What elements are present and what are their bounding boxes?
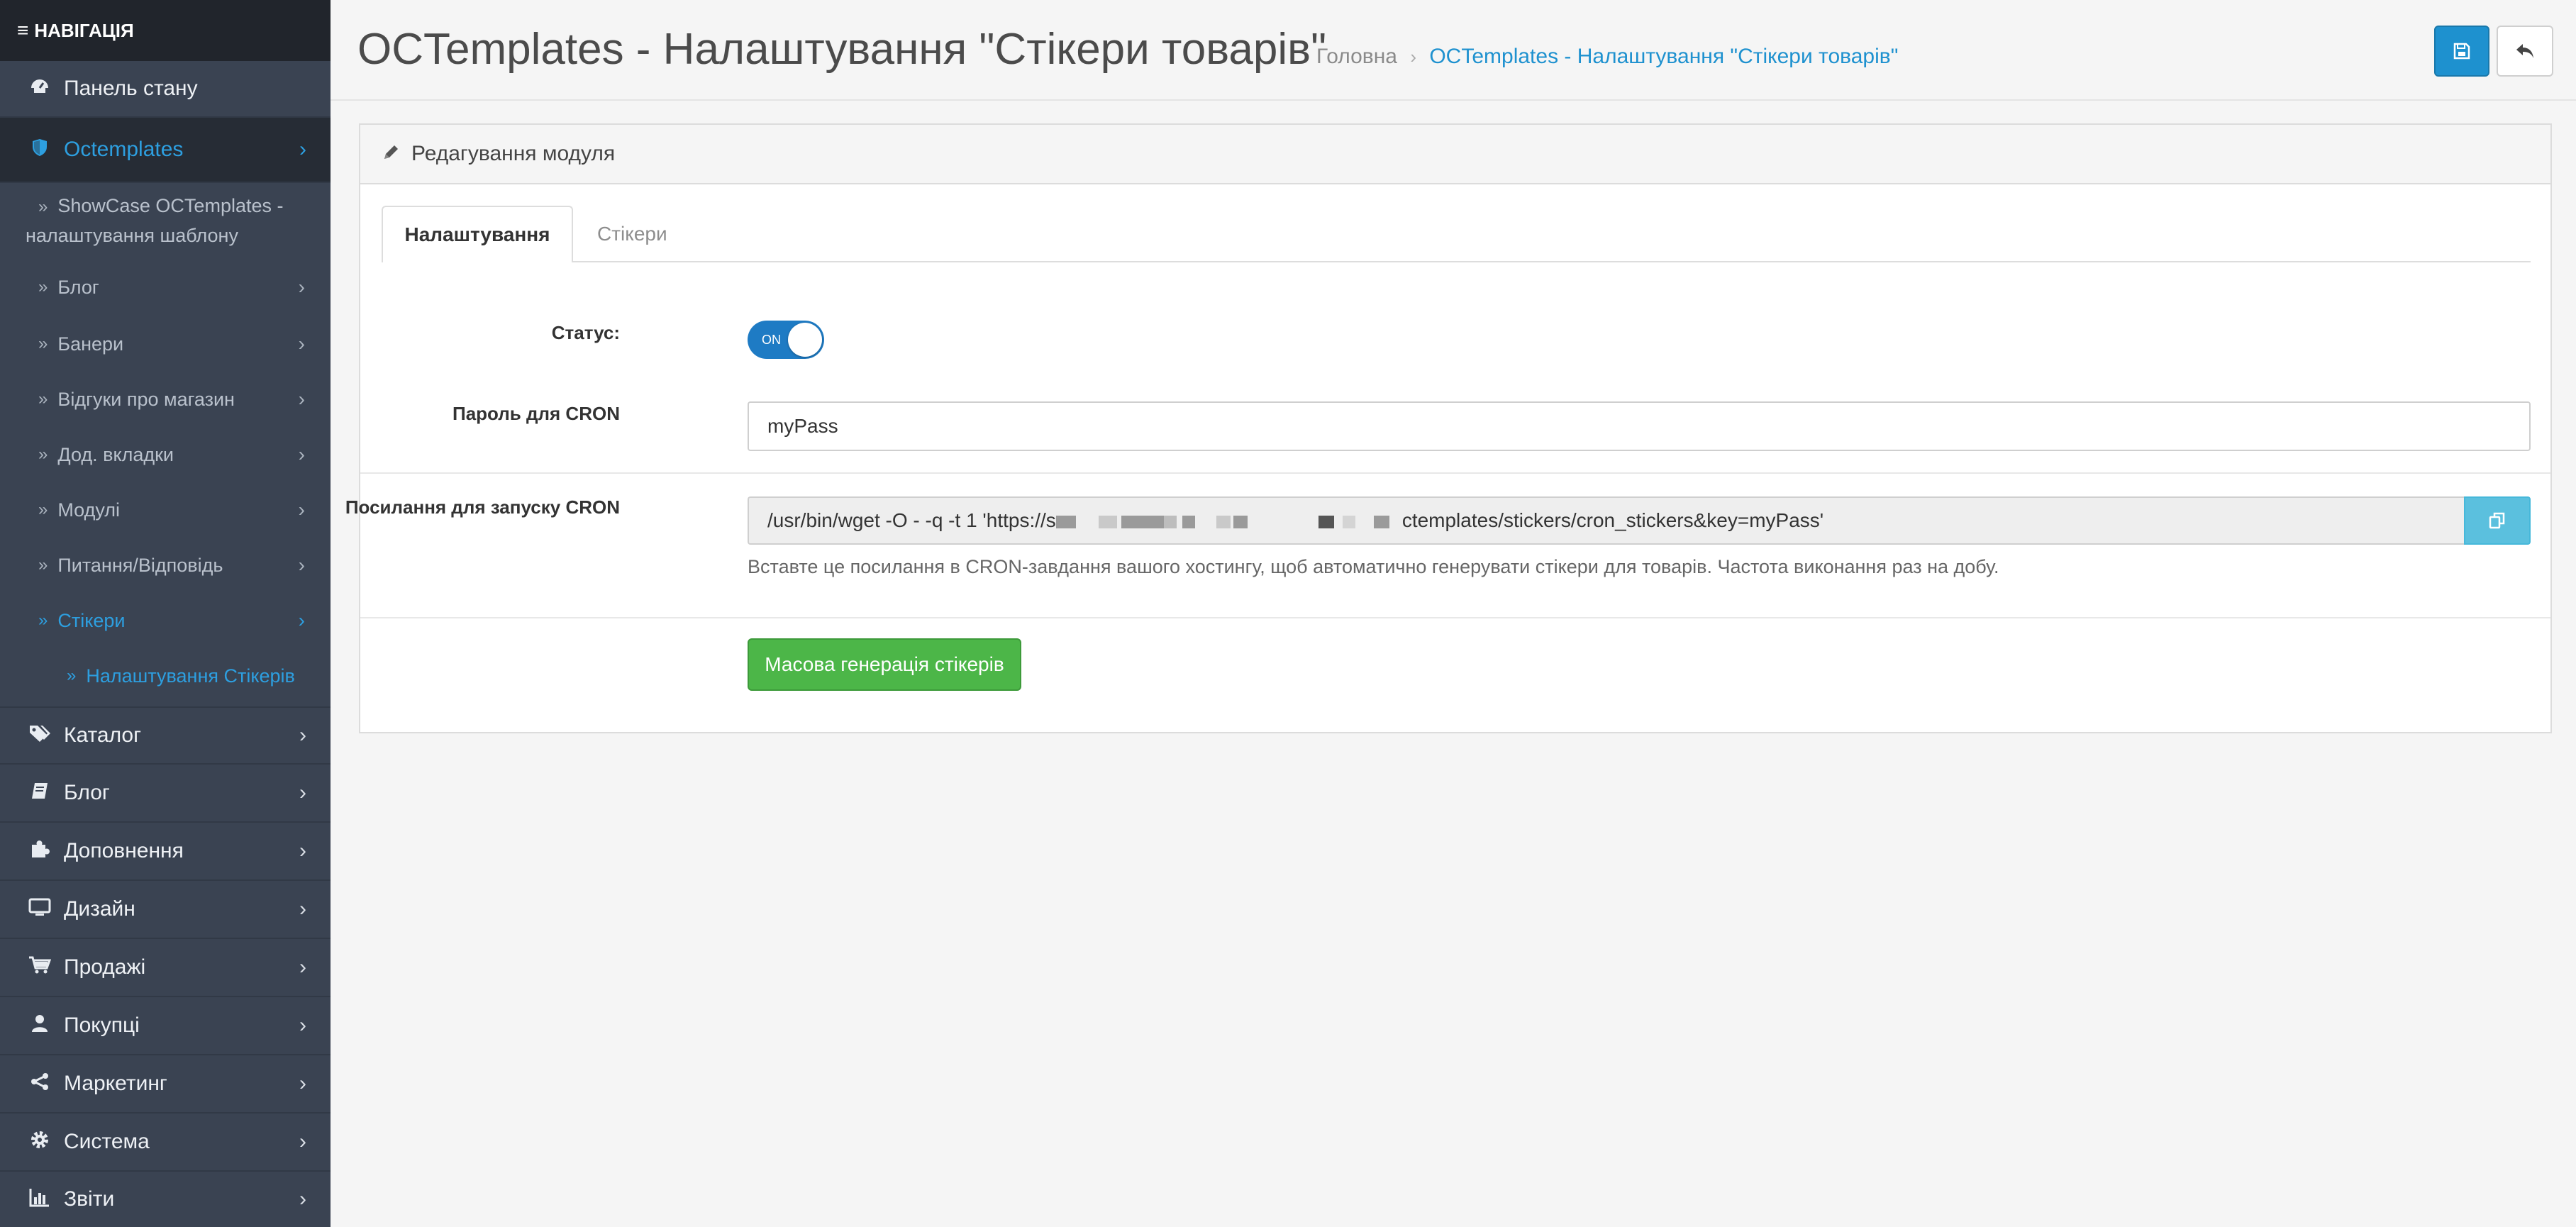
header-divider	[331, 99, 2576, 101]
double-chevron-icon: »	[38, 611, 48, 630]
chevron-right-icon: ›	[298, 333, 305, 355]
chevron-right-icon: ›	[299, 839, 306, 862]
chevron-right-icon: ›	[298, 609, 305, 631]
chevron-right-icon: ›	[298, 499, 305, 521]
module-edit-panel: Редагування модуля Налаштування Стікери …	[345, 123, 2552, 733]
breadcrumb: Головна › OCTemplates - Налаштування "Ст…	[1316, 45, 1898, 69]
chevron-right-icon: ›	[299, 1072, 306, 1095]
cron-link-input[interactable]: /usr/bin/wget -O - -q -t 1 'https://s ct…	[748, 496, 2464, 545]
chevron-right-icon: ›	[299, 723, 306, 747]
breadcrumb-separator: ›	[1410, 46, 1416, 67]
chevron-right-icon: ›	[299, 1014, 306, 1037]
cron-link-label: Посилання для запуску CRON	[345, 496, 620, 518]
save-button[interactable]	[2434, 26, 2489, 77]
toggle-knob	[788, 323, 822, 357]
sidebar-subitem-extra-tabs[interactable]: » Дод. вкладки ›	[0, 434, 331, 475]
chevron-right-icon: ›	[299, 1187, 306, 1211]
sidebar-item-blog[interactable]: Блог ›	[0, 765, 331, 823]
breadcrumb-current[interactable]: OCTemplates - Налаштування "Стікери това…	[1429, 45, 1898, 68]
sidebar-item-extensions[interactable]: Доповнення ›	[0, 823, 331, 881]
sidebar-subitem-banners[interactable]: » Банери ›	[0, 323, 331, 365]
sidebar-subitem-stickers[interactable]: » Стікери ›	[0, 600, 331, 641]
tabs-divider	[382, 261, 2531, 262]
chevron-right-icon: ›	[298, 443, 305, 465]
chevron-right-icon: ›	[299, 138, 306, 161]
copy-button[interactable]	[2464, 496, 2531, 545]
gear-icon	[26, 1130, 54, 1155]
chevron-right-icon: ›	[298, 388, 305, 410]
sidebar-subitem-showcase[interactable]: » ShowCase OCTemplates - налаштування шаб…	[26, 191, 302, 250]
tags-icon	[26, 723, 54, 748]
double-chevron-icon: »	[38, 555, 48, 574]
sidebar-subitem-faq[interactable]: » Питання/Відповідь ›	[0, 545, 331, 586]
puzzle-icon	[26, 839, 54, 864]
status-label: Статус:	[551, 322, 620, 343]
cron-link-end: ctemplates/stickers/cron_stickers&key=my…	[1401, 509, 1824, 531]
sidebar-item-sales[interactable]: Продажі ›	[0, 939, 331, 997]
form-divider	[360, 617, 2550, 618]
sidebar-item-catalog[interactable]: Каталог ›	[0, 706, 331, 765]
toggle-on-text: ON	[762, 333, 781, 347]
cron-password-label: Пароль для CRON	[453, 403, 620, 424]
cron-help-text: Вставте це посилання в CRON-завдання ваш…	[748, 556, 1999, 577]
sidebar-item-design[interactable]: Дизайн ›	[0, 881, 331, 939]
share-icon	[26, 1072, 54, 1096]
tab-stickers[interactable]: Стікери	[597, 206, 667, 262]
sidebar-item-system[interactable]: Система ›	[0, 1114, 331, 1172]
panel-title: Редагування модуля	[411, 142, 616, 165]
double-chevron-icon: »	[38, 277, 48, 296]
redacted-url-part	[1055, 510, 1402, 531]
back-button[interactable]	[2497, 26, 2553, 77]
user-icon	[26, 1014, 54, 1038]
shield-icon	[26, 138, 54, 162]
chevron-right-icon: ›	[298, 276, 305, 298]
reply-icon	[2516, 44, 2533, 58]
cart-icon	[26, 955, 54, 980]
sidebar-subitem-modules[interactable]: » Модулі ›	[0, 489, 331, 531]
chevron-right-icon: ›	[299, 897, 306, 921]
pencil-icon	[382, 143, 400, 165]
double-chevron-icon: »	[38, 500, 48, 519]
chevron-right-icon: ›	[299, 1130, 306, 1153]
cron-link-start: /usr/bin/wget -O - -q -t 1 'https://s	[767, 509, 1056, 531]
panel-heading: Редагування модуля	[360, 125, 2550, 184]
sidebar-subitem-reviews[interactable]: » Відгуки про магазин ›	[0, 379, 331, 420]
chevron-right-icon: ›	[299, 955, 306, 979]
double-chevron-icon: »	[38, 389, 48, 409]
sidebar-item-octemplates[interactable]: Octemplates ›	[0, 118, 331, 183]
mass-generate-stickers-button[interactable]: Масова генерація стікерів	[748, 638, 1021, 691]
breadcrumb-home[interactable]: Головна	[1316, 45, 1397, 68]
navigation-heading: НАВІГАЦІЯ	[34, 19, 134, 41]
page-title: OCTemplates - Налаштування "Стікери това…	[357, 25, 1327, 74]
chevron-right-icon: ›	[298, 554, 305, 576]
navigation-header[interactable]: ≡ НАВІГАЦІЯ	[0, 0, 331, 61]
double-chevron-icon: »	[38, 445, 48, 464]
double-chevron-icon: »	[67, 666, 77, 685]
sidebar-item-reports[interactable]: Звіти ›	[0, 1172, 331, 1227]
book-icon	[26, 781, 54, 806]
double-chevron-icon: »	[38, 334, 48, 353]
sidebar-subitem-blog[interactable]: » Блог ›	[0, 267, 331, 308]
sidebar-subitem-sticker-settings[interactable]: » Налаштування Стікерів	[0, 655, 331, 696]
tab-settings[interactable]: Налаштування	[382, 206, 573, 262]
form-divider	[360, 472, 2550, 474]
copy-icon	[2489, 512, 2505, 529]
sidebar-item-marketing[interactable]: Маркетинг ›	[0, 1055, 331, 1114]
monitor-icon	[26, 897, 54, 922]
status-toggle[interactable]: ON	[748, 321, 824, 359]
save-icon	[2453, 43, 2470, 60]
cron-password-input[interactable]	[748, 401, 2531, 451]
chevron-right-icon: ›	[299, 781, 306, 804]
menu-icon: ≡	[17, 19, 29, 41]
sidebar-item-dashboard[interactable]: Панель стану	[0, 61, 331, 118]
double-chevron-icon: »	[38, 197, 48, 216]
bar-chart-icon	[26, 1187, 54, 1212]
dashboard-icon	[26, 77, 54, 101]
sidebar: ≡ НАВІГАЦІЯ Панель стану Octemplates › »…	[0, 0, 331, 1227]
sidebar-item-customers[interactable]: Покупці ›	[0, 997, 331, 1055]
